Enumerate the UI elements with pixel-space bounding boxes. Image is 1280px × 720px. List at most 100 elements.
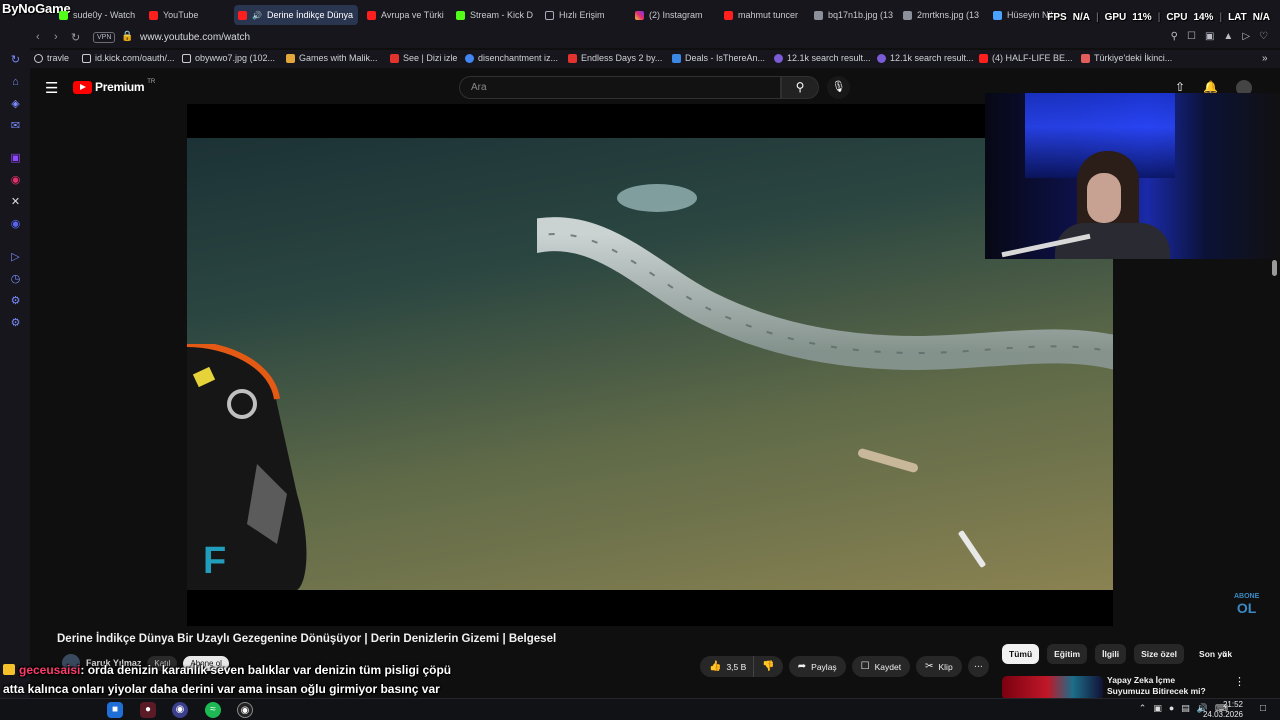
video-title: Derine İndikçe Dünya Bir Uzaylı Gezegeni… [57, 633, 557, 645]
discord-icon[interactable]: ◉ [9, 218, 22, 231]
chip-for-you[interactable]: Size özel [1134, 644, 1185, 664]
youtube-icon [367, 10, 376, 20]
steam-icon[interactable]: ◉ [237, 702, 253, 718]
bookmark-item[interactable]: See | Dizi izle [390, 53, 457, 63]
url-field[interactable]: www.youtube.com/watch [140, 32, 250, 43]
bookmark-item[interactable]: Games with Malik... [286, 53, 378, 63]
tag-icon[interactable]: ◈ [9, 98, 22, 111]
bookmark-item[interactable]: Endless Days 2 by... [568, 53, 662, 63]
tab-sude0y[interactable]: sude0y - Watch [55, 5, 139, 25]
taskbar-clock[interactable]: 21:52 24.03.2026 [1203, 700, 1243, 720]
player-icon[interactable]: ▷ [9, 251, 22, 264]
tray-expand-icon[interactable]: ⌃ [1139, 703, 1147, 714]
sync-icon[interactable]: ↻ [9, 54, 22, 67]
chip-education[interactable]: Eğitim [1047, 644, 1088, 664]
video-player[interactable]: F [187, 104, 1113, 626]
bookmarks-overflow-icon[interactable]: » [1262, 53, 1268, 64]
chip-related[interactable]: İlgili [1095, 644, 1127, 664]
bookmark-item[interactable]: travle [34, 53, 69, 63]
globe-icon [34, 53, 43, 63]
browser-app-icon[interactable]: ● [140, 702, 156, 718]
twitch-icon[interactable]: ▣ [9, 152, 22, 165]
subscriber-badge-icon [3, 664, 15, 675]
pin-page-icon[interactable]: ☐ [1187, 31, 1196, 42]
tab-label: (2) Instagram [649, 10, 703, 20]
share-icon: ➦ [797, 661, 807, 672]
lat-value: N/A [1252, 12, 1270, 23]
bookmark-item[interactable]: Deals - IsThereAn... [672, 53, 765, 63]
image-file-icon [814, 10, 823, 20]
tab-label: Derine İndikçe Dünya [266, 10, 354, 20]
bookmark-item[interactable]: (4) HALF-LIFE BE... [979, 53, 1073, 63]
reload-icon[interactable]: ↻ [71, 31, 80, 44]
recommendation-title[interactable]: Yapay Zeka İçme Suyumuzu Bitirecek mi? [1107, 675, 1217, 697]
bookmark-item[interactable]: 12.1k search result... [877, 53, 974, 63]
like-button[interactable]: 👍 3,5 B [700, 656, 754, 677]
cpu-label: CPU [1166, 12, 1188, 23]
watermark-bottom-text: OL [1236, 600, 1257, 616]
shield-icon[interactable]: ▲ [1223, 31, 1233, 42]
tab-huseyin[interactable]: Hüseyin Niha [989, 5, 1055, 25]
tab-instagram[interactable]: (2) Instagram [631, 5, 715, 25]
share-button[interactable]: ➦ Paylaş [788, 656, 846, 677]
chevron-right-icon[interactable]: › [1223, 647, 1227, 661]
bookmark-favicon-icon [1081, 53, 1090, 63]
search-input[interactable]: Ara [459, 76, 781, 99]
search-icon[interactable]: ⚲ [781, 76, 819, 99]
bookmark-label: Games with Malik... [299, 53, 378, 63]
tab-mahmut-tuncer[interactable]: mahmut tuncer [720, 5, 804, 25]
tab-stream-kick[interactable]: Stream - Kick D [452, 5, 536, 25]
lock-icon[interactable]: 🔒 [121, 31, 133, 42]
zoom-icon[interactable]: ⚲ [1171, 31, 1178, 42]
bookmark-item[interactable]: Türkiye'deki İkinci... [1081, 53, 1172, 63]
bookmark-item[interactable]: 12.1k search result... [774, 53, 871, 63]
network-icon[interactable]: ▤ [1181, 703, 1190, 714]
play-icon[interactable]: ▷ [1242, 31, 1250, 42]
tab-2mrtkns[interactable]: 2mrtkns.jpg (13 [899, 5, 983, 25]
more-options-icon[interactable]: ⋮ [1234, 675, 1245, 688]
dislike-button[interactable]: 👎 [753, 656, 783, 677]
notification-icon[interactable]: □ [1260, 703, 1266, 714]
bookmark-label: obywwo7.jpg (102... [195, 53, 276, 63]
watermark-top-text: ABONE [1234, 593, 1260, 600]
history-icon[interactable]: ◷ [9, 273, 22, 286]
subscribe-watermark[interactable]: ABONE OL [1234, 592, 1259, 615]
bookmark-item[interactable]: disenchantment iz... [465, 53, 558, 63]
bookmark-item[interactable]: id.kick.com/oauth/... [82, 53, 175, 63]
chip-recent[interactable]: Son yük [1192, 644, 1239, 664]
scrollbar-thumb[interactable] [1272, 260, 1277, 276]
spotify-icon[interactable]: ≈ [205, 702, 221, 718]
x-icon[interactable]: ✕ [9, 196, 22, 209]
save-button[interactable]: ☐ Kaydet [851, 656, 911, 677]
forward-icon[interactable]: › [54, 31, 58, 43]
bookmark-item[interactable]: obywwo7.jpg (102... [182, 53, 275, 63]
back-icon[interactable]: ‹ [36, 31, 40, 43]
recommendation-chips: Tümü Eğitim İlgili Size özel Son yük [1002, 644, 1239, 664]
tab-hizli-erisim[interactable]: Hızlı Erişim [541, 5, 625, 25]
tab-bq17n1b[interactable]: bq17n1b.jpg (13 [810, 5, 894, 25]
vpn-badge[interactable]: VPN [93, 32, 116, 43]
more-actions-icon[interactable]: ⋯ [967, 656, 989, 677]
pin-icon [993, 10, 1002, 20]
messenger-icon[interactable]: ✉ [9, 120, 22, 133]
microphone-icon[interactable]: 🎙 [827, 76, 850, 99]
microphone-icon[interactable]: ● [1169, 703, 1174, 714]
tab-youtube[interactable]: YouTube [145, 5, 229, 25]
screenshot-icon[interactable]: ▣ [1205, 31, 1214, 42]
instagram-icon[interactable]: ◉ [9, 174, 22, 187]
settings-icon[interactable]: ⚙ [9, 317, 22, 330]
obs-app-icon[interactable]: ◉ [172, 702, 188, 718]
chip-all[interactable]: Tümü [1002, 644, 1040, 664]
clip-button[interactable]: ✂ Klip [916, 656, 962, 677]
heart-icon[interactable]: ♡ [1259, 31, 1268, 42]
bookmark-label: See | Dizi izle [403, 53, 458, 63]
menu-icon[interactable]: ☰ [45, 79, 58, 97]
recommendation-thumbnail[interactable] [1002, 676, 1103, 700]
youtube-logo[interactable]: Premium TR [73, 79, 155, 94]
tab-avrupa[interactable]: Avrupa ve Türki [363, 5, 447, 25]
tray-app-icon[interactable]: ▣ [1153, 703, 1162, 714]
app-icon[interactable]: ■ [107, 702, 123, 718]
home-icon[interactable]: ⌂ [9, 76, 22, 89]
extensions-icon[interactable]: ⚙ [9, 295, 22, 308]
tab-derine-indikce[interactable]: 🔊 Derine İndikçe Dünya [234, 5, 358, 25]
